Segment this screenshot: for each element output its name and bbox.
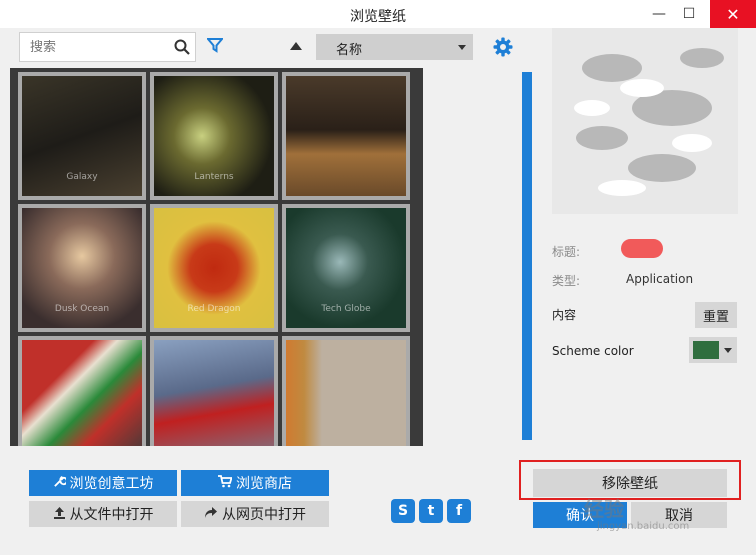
minimize-button[interactable]: — xyxy=(642,0,676,28)
browse-workshop-button[interactable]: 浏览创意工坊 xyxy=(29,470,177,496)
wallpaper-caption: Lanterns xyxy=(194,172,234,182)
gear-icon[interactable] xyxy=(493,37,513,61)
scheme-color-swatch xyxy=(693,341,719,359)
wallpaper-tile[interactable] xyxy=(282,72,410,200)
type-value: Application xyxy=(626,272,694,286)
title-value-badge xyxy=(621,239,663,258)
search-box[interactable] xyxy=(19,32,196,62)
browse-workshop-label: 浏览创意工坊 xyxy=(69,476,154,492)
twitter-icon[interactable]: t xyxy=(419,499,443,523)
open-from-web-button[interactable]: 从网页中打开 xyxy=(181,501,329,527)
steam-icon[interactable]: S xyxy=(391,499,415,523)
wallpaper-caption: Red Dragon xyxy=(187,304,241,314)
wallpaper-tile[interactable]: Lanterns xyxy=(150,72,278,200)
maximize-button[interactable]: ☐ xyxy=(672,0,706,28)
open-from-file-label: 从文件中打开 xyxy=(69,507,154,523)
scrollbar-thumb[interactable] xyxy=(522,72,532,440)
filter-icon[interactable] xyxy=(205,37,225,57)
browse-store-label: 浏览商店 xyxy=(236,476,292,492)
wallpaper-tile[interactable]: Dusk Ocean xyxy=(18,204,146,332)
watermark-text: 经验 xyxy=(584,497,624,521)
scheme-color-label: Scheme color xyxy=(552,344,634,358)
wallpaper-caption: Dusk Ocean xyxy=(54,304,110,314)
wallpaper-preview xyxy=(552,28,738,214)
wallpaper-tile[interactable] xyxy=(18,336,146,446)
search-input[interactable] xyxy=(30,40,160,55)
wallpaper-tile[interactable]: Galaxy xyxy=(18,72,146,200)
wallpaper-caption: Galaxy xyxy=(66,172,98,182)
wallpaper-caption: Tech Globe xyxy=(321,304,371,314)
sort-select[interactable]: 名称 xyxy=(316,34,473,60)
browse-store-button[interactable]: 浏览商店 xyxy=(181,470,329,496)
wrench-icon xyxy=(53,475,68,492)
sort-select-value: 名称 xyxy=(336,43,363,58)
open-from-web-label: 从网页中打开 xyxy=(222,507,306,523)
chevron-down-icon xyxy=(458,45,466,50)
cart-icon xyxy=(218,474,233,492)
wallpaper-tile[interactable] xyxy=(150,336,278,446)
title-label: 标题: xyxy=(552,245,581,259)
search-icon[interactable] xyxy=(174,39,190,59)
wallpaper-tile[interactable]: Red Dragon xyxy=(150,204,278,332)
share-arrow-icon xyxy=(204,506,218,523)
highlight-box xyxy=(519,460,741,500)
wallpaper-grid[interactable]: Galaxy Lanterns Dusk Ocean Red Dragon Te… xyxy=(10,68,423,446)
facebook-icon[interactable]: f xyxy=(447,499,471,523)
content-label: 内容 xyxy=(552,308,577,322)
watermark-url: jingyan.baidu.com xyxy=(597,521,690,532)
reset-button[interactable]: 重置 xyxy=(695,302,737,328)
scheme-color-picker[interactable] xyxy=(689,337,737,363)
chevron-down-icon xyxy=(724,348,732,353)
open-from-file-button[interactable]: 从文件中打开 xyxy=(29,501,177,527)
wallpaper-tile[interactable]: Tech Globe xyxy=(282,204,410,332)
wallpaper-tile[interactable] xyxy=(282,336,410,446)
sort-ascending-icon[interactable] xyxy=(290,42,302,50)
upload-icon xyxy=(53,506,66,523)
type-label: 类型: xyxy=(552,274,581,288)
close-button[interactable]: ✕ xyxy=(710,0,756,28)
